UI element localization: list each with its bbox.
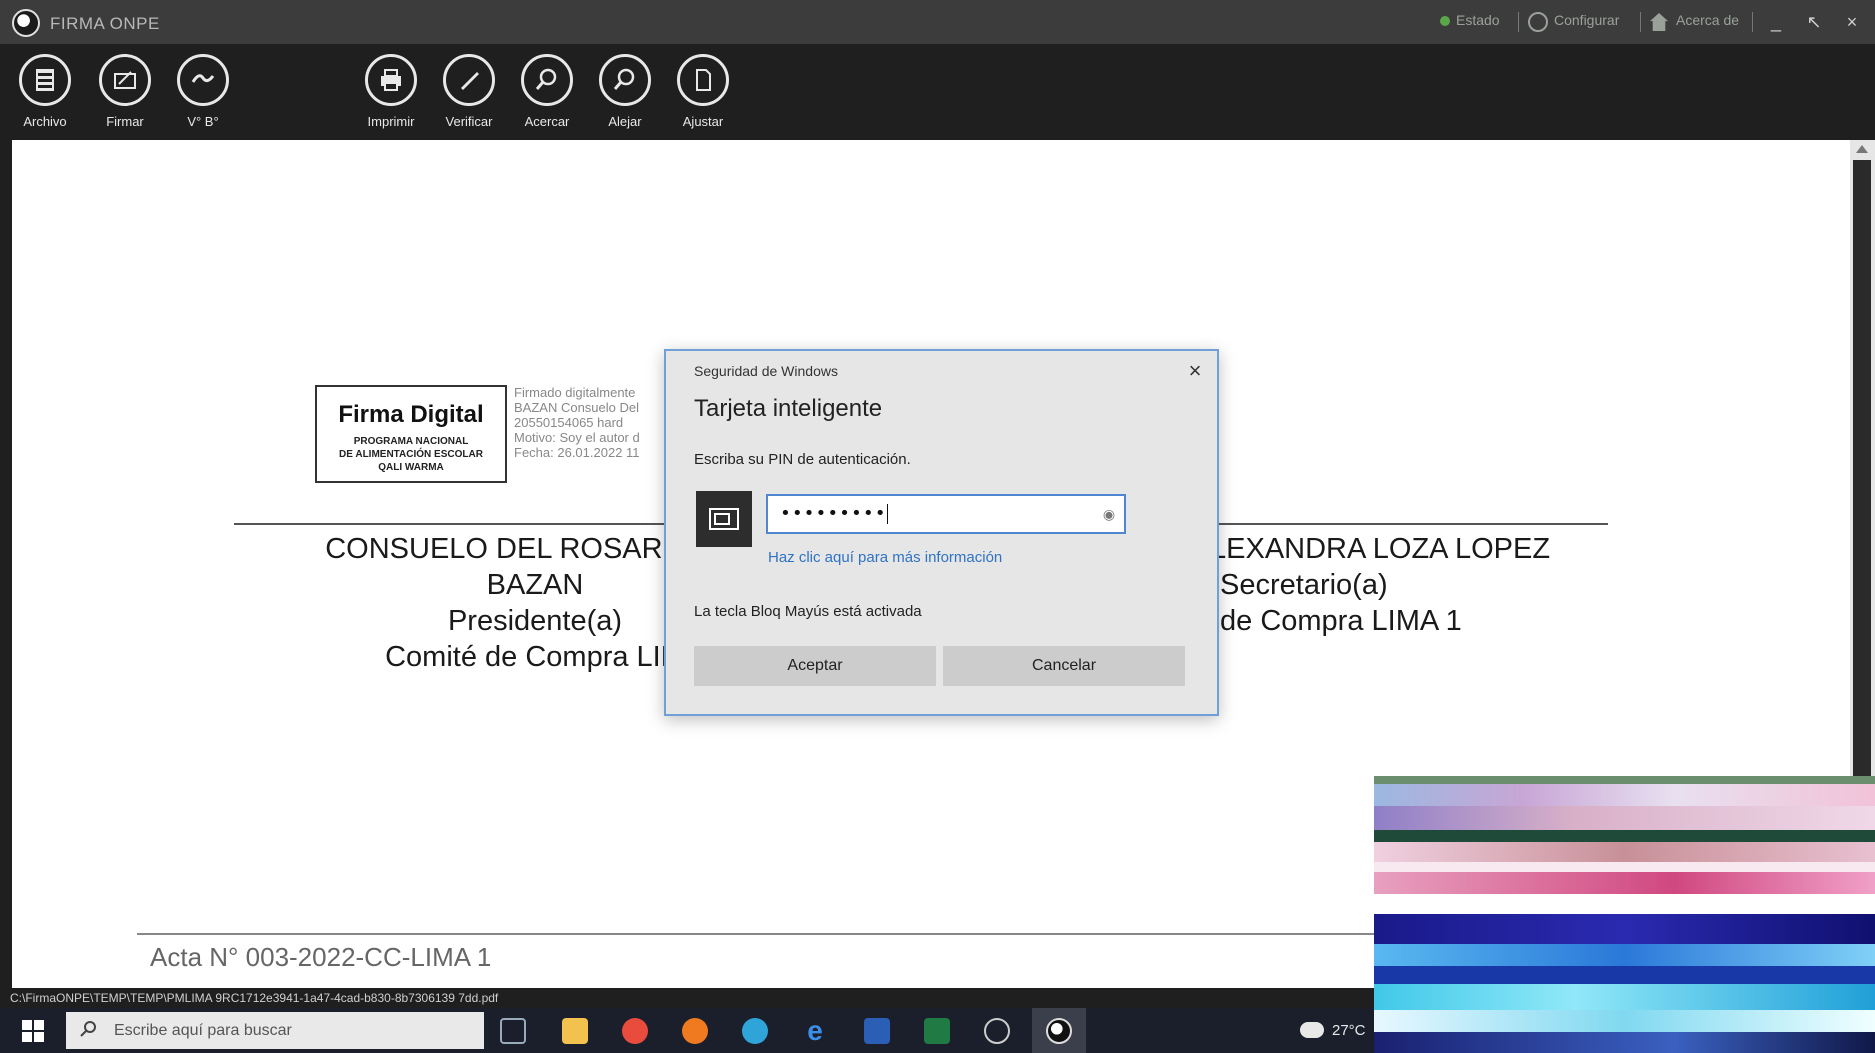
archivo-button[interactable]: Archivo xyxy=(8,54,82,136)
zoom-out-icon xyxy=(599,54,651,106)
cloud-weather-icon xyxy=(1300,1022,1324,1038)
cancel-button[interactable]: Cancelar xyxy=(943,646,1185,686)
dialog-caption: Seguridad de Windows xyxy=(694,363,838,379)
archivo-label: Archivo xyxy=(23,114,67,129)
more-info-link[interactable]: Haz clic aquí para más información xyxy=(768,549,1002,566)
acercar-label: Acercar xyxy=(524,114,570,129)
configure-button[interactable]: Configurar xyxy=(1554,12,1619,28)
file-explorer-icon[interactable] xyxy=(562,1018,588,1044)
fit-page-icon xyxy=(677,54,729,106)
separator xyxy=(1518,12,1519,32)
firefox-icon[interactable] xyxy=(682,1018,708,1044)
verificar-label: Verificar xyxy=(445,114,493,129)
chrome-icon[interactable] xyxy=(622,1018,648,1044)
alejar-button[interactable]: Alejar xyxy=(588,54,662,136)
vobo-label: V° B° xyxy=(187,114,219,129)
zoom-in-icon xyxy=(521,54,573,106)
app-logo-icon xyxy=(12,9,40,37)
windows-security-dialog: Seguridad de Windows × Tarjeta inteligen… xyxy=(664,349,1219,716)
pin-value: ••••••••• xyxy=(780,503,887,524)
dialog-close-button[interactable]: × xyxy=(1181,357,1209,385)
alejar-label: Alejar xyxy=(608,114,642,129)
stamp-line-3: QALI WARMA xyxy=(378,462,444,473)
vobo-button[interactable]: V° B° xyxy=(166,54,240,136)
firmar-button[interactable]: Firmar xyxy=(88,54,162,136)
window-title: FIRMA ONPE xyxy=(50,14,160,33)
about-button[interactable]: Acerca de xyxy=(1676,12,1739,28)
word-icon[interactable] xyxy=(864,1018,890,1044)
print-icon xyxy=(365,54,417,106)
task-view-icon[interactable] xyxy=(500,1018,526,1044)
app-circle-icon[interactable] xyxy=(984,1018,1010,1044)
search-icon xyxy=(80,1020,98,1038)
ajustar-button[interactable]: Ajustar xyxy=(666,54,740,136)
viewer-frame xyxy=(0,140,12,988)
accept-button[interactable]: Aceptar xyxy=(694,646,936,686)
right-signer-role: Secretario(a) xyxy=(1220,569,1388,601)
verificar-button[interactable]: Verificar xyxy=(432,54,506,136)
restore-button[interactable]: ↖ xyxy=(1800,8,1828,36)
status-label[interactable]: Estado xyxy=(1456,12,1500,28)
firmar-label: Firmar xyxy=(106,114,144,129)
digital-signature-stamp: Firma Digital PROGRAMA NACIONAL DE ALIME… xyxy=(315,385,507,483)
stamp-line-1: PROGRAMA NACIONAL xyxy=(353,436,469,447)
verify-pen-icon xyxy=(443,54,495,106)
reveal-password-icon[interactable]: ◉ xyxy=(1098,504,1120,524)
status-indicator-icon xyxy=(1440,16,1450,26)
right-signer-committee: de Compra LIMA 1 xyxy=(1220,605,1462,637)
document-footer: Acta N° 003-2022-CC-LIMA 1 xyxy=(150,942,492,972)
firma-onpe-taskbar-button[interactable] xyxy=(1032,1008,1086,1053)
search-placeholder: Escribe aquí para buscar xyxy=(114,1022,292,1039)
smart-card-icon xyxy=(696,491,752,547)
approval-icon xyxy=(177,54,229,106)
imprimir-label: Imprimir xyxy=(367,114,415,129)
toolbar: Archivo Firmar V° B° Imprimir Verificar … xyxy=(0,44,1875,140)
stamp-details: Firmado digitalmente BAZAN Consuelo Del … xyxy=(514,385,640,460)
edge-icon[interactable] xyxy=(742,1018,768,1044)
windows-start-icon[interactable] xyxy=(22,1020,44,1042)
gear-icon xyxy=(1528,12,1548,32)
firma-onpe-icon xyxy=(1046,1018,1072,1044)
home-icon xyxy=(1650,13,1668,31)
caps-lock-warning: La tecla Bloq Mayús está activada xyxy=(694,603,922,620)
internet-explorer-icon[interactable]: e xyxy=(802,1017,828,1045)
close-button[interactable]: × xyxy=(1838,8,1866,36)
title-bar: FIRMA ONPE Estado Configurar Acerca de _… xyxy=(0,0,1875,44)
pin-field[interactable]: ••••••••• xyxy=(766,494,1126,534)
acercar-button[interactable]: Acercar xyxy=(510,54,584,136)
stamp-line-2: DE ALIMENTACIÓN ESCOLAR xyxy=(339,449,483,460)
scrollbar-thumb[interactable] xyxy=(1853,160,1871,780)
ajustar-label: Ajustar xyxy=(682,114,724,129)
stamp-subtitle: PROGRAMA NACIONAL DE ALIMENTACIÓN ESCOLA… xyxy=(317,435,505,474)
sign-document-icon xyxy=(99,54,151,106)
dialog-title: Tarjeta inteligente xyxy=(694,395,883,422)
separator xyxy=(1752,12,1753,32)
weather-temperature[interactable]: 27°C xyxy=(1332,1022,1366,1039)
imprimir-button[interactable]: Imprimir xyxy=(354,54,428,136)
stamp-title: Firma Digital xyxy=(338,401,484,428)
text-cursor xyxy=(886,504,888,524)
separator xyxy=(1640,12,1641,32)
footer-divider xyxy=(137,933,1377,935)
file-cabinet-icon xyxy=(19,54,71,106)
video-overlay-glitch xyxy=(1374,776,1875,1053)
minimize-button[interactable]: _ xyxy=(1762,8,1790,36)
dialog-instruction: Escriba su PIN de autenticación. xyxy=(694,451,911,468)
scroll-up-icon[interactable] xyxy=(1856,145,1868,153)
excel-icon[interactable] xyxy=(924,1018,950,1044)
right-signer-name: LEXANDRA LOZA LOPEZ xyxy=(1210,533,1551,565)
